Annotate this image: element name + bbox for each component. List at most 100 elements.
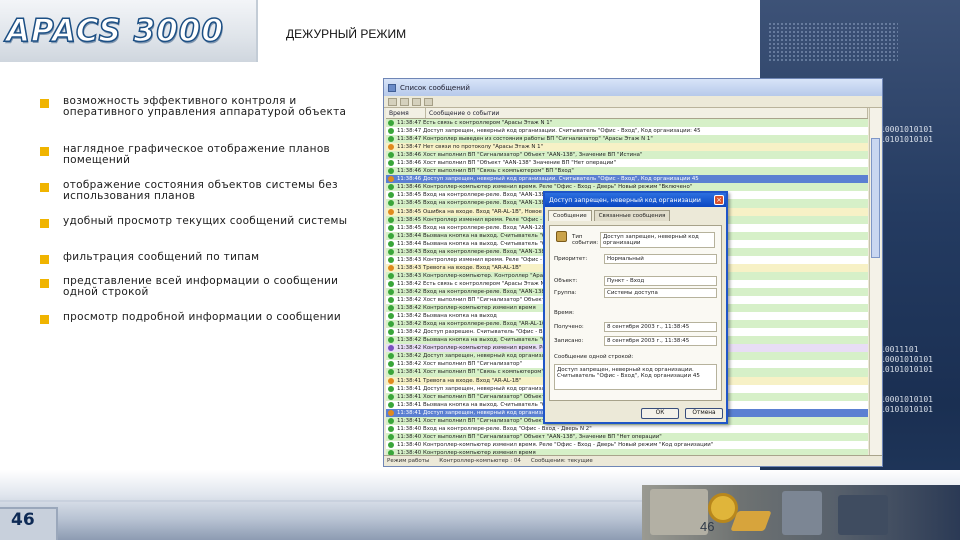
dialog-tabs: Сообщение Связанные сообщения (545, 207, 726, 221)
vertical-scrollbar[interactable] (869, 108, 881, 455)
status-dot-icon (388, 409, 394, 416)
row-time: 11:38:45 (397, 200, 422, 207)
dialog-body: Тип события: Доступ запрещен, неверный к… (549, 225, 722, 401)
field-recorded: Записано: 8 сентября 2003 г., 11:38:45 (554, 336, 717, 346)
tab-related-messages[interactable]: Связанные сообщения (593, 210, 671, 221)
hardware-photo-collage (642, 485, 960, 540)
table-row[interactable]: 11:38:40 Хост выполнил ВП "Сигнализатор" … (386, 432, 868, 441)
window-title: Список сообщений (400, 83, 470, 92)
status-dot-icon (388, 176, 394, 183)
message-detail-dialog: Доступ запрещен, неверный код организаци… (543, 191, 728, 424)
status-mode: Режим работы (387, 458, 430, 464)
status-dot-icon (388, 297, 394, 304)
column-header-message[interactable]: Сообщение о событии (426, 108, 868, 118)
status-dot-icon (388, 385, 394, 392)
status-dot-icon (388, 200, 394, 207)
table-row[interactable]: 11:38:47 Контроллер выведен из состояния … (386, 135, 868, 144)
status-dot-icon (388, 369, 394, 376)
feature-text: отображение состояния объектов системы б… (63, 179, 338, 202)
row-time: 11:38:42 (397, 345, 422, 352)
tab-message[interactable]: Сообщение (548, 210, 592, 221)
status-dot-icon (388, 128, 394, 135)
row-message: Хост выполнил ВП "Сигнализатор" Объект "… (423, 433, 662, 440)
table-row[interactable]: 11:38:46 Хост выполнил ВП "Объект "AAN-13… (386, 159, 868, 168)
bullet-square-icon (40, 219, 49, 228)
dialog-titlebar: Доступ запрещен, неверный код организаци… (545, 193, 726, 207)
row-time: 11:38:42 (397, 297, 422, 304)
status-dot-icon (388, 168, 394, 175)
status-bar: Режим работы Контроллер-компьютер : 04 С… (384, 455, 882, 466)
row-time: 11:38:46 (397, 168, 422, 175)
table-row[interactable]: 11:38:46 Доступ запрещен, неверный код ор… (386, 175, 868, 184)
status-dot-icon (388, 280, 394, 287)
row-time: 11:38:41 (397, 409, 422, 416)
table-row[interactable]: 11:38:47 Доступ запрещен, неверный код ор… (386, 127, 868, 136)
feature-item: удобный просмотр текущих сообщений систе… (40, 216, 370, 228)
status-dot-icon (388, 313, 394, 320)
field-priority: Приоритет: Нормальный (554, 254, 717, 264)
table-row[interactable]: 11:38:47 Нет связи по протоколу "Арасы Эт… (386, 143, 868, 152)
row-time: 11:38:41 (397, 401, 422, 408)
status-dot-icon (388, 192, 394, 199)
status-dot-icon (388, 144, 394, 151)
binary-decoration: 10001010101 10101010101 (880, 395, 933, 414)
status-dot-icon (388, 305, 394, 312)
dot-pattern (768, 22, 898, 62)
status-dot-icon (388, 256, 394, 263)
status-dot-icon (388, 289, 394, 295)
close-icon[interactable]: × (714, 195, 724, 205)
status-dot-icon (388, 337, 394, 344)
row-time: 11:38:42 (397, 337, 422, 344)
row-message: Хост выполнил ВП "Объект "AAN-138" Значе… (423, 160, 616, 167)
row-message: Хост выполнил ВП "Сигнализатор" Объект "… (423, 152, 643, 159)
column-header-time[interactable]: Время (386, 108, 426, 118)
row-time: 11:38:41 (397, 385, 422, 392)
field-object: Объект: Пункт - Вход (554, 276, 717, 286)
row-time: 11:38:47 (397, 144, 422, 151)
row-message: Вход на контроллере-реле. Вход "Офис - В… (423, 425, 592, 432)
row-time: 11:38:45 (397, 192, 422, 199)
feature-item: отображение состояния объектов системы б… (40, 180, 370, 202)
bullet-square-icon (40, 255, 49, 264)
status-dot-icon (388, 433, 394, 440)
table-row[interactable]: 11:38:46 Хост выполнил ВП "Связь с компью… (386, 167, 868, 176)
status-dot-icon (388, 272, 394, 279)
status-dot-icon (388, 224, 394, 231)
row-time: 11:38:41 (397, 417, 422, 424)
row-time: 11:38:44 (397, 240, 422, 247)
feature-text: наглядное графическое отображение планов… (63, 143, 331, 166)
row-message: Доступ запрещен, неверный код организаци… (423, 176, 699, 183)
status-dot-icon (388, 361, 394, 368)
row-time: 11:38:40 (397, 425, 422, 432)
description-label: Сообщение одной строкой: (554, 354, 634, 360)
row-time: 11:38:47 (397, 128, 422, 135)
row-time: 11:38:43 (397, 272, 422, 279)
feature-text: представление всей информации о сообщени… (63, 275, 339, 298)
toolbar-button[interactable] (412, 97, 421, 106)
status-dot-icon (388, 248, 394, 255)
scrollbar-thumb[interactable] (871, 138, 880, 258)
table-row[interactable]: 11:38:40 Вход на контроллере-реле. Вход "… (386, 424, 868, 433)
lock-icon (556, 231, 567, 242)
toolbar-button[interactable] (388, 97, 397, 106)
cancel-button[interactable]: Отмена (685, 408, 723, 419)
table-row[interactable]: 11:38:40 Контроллер-компьютер изменил вре… (386, 440, 868, 449)
table-row[interactable]: 11:38:47 Есть связь с контроллером "Арасы… (386, 119, 868, 128)
row-time: 11:38:43 (397, 248, 422, 255)
feature-item: возможность эффективного контроля и опер… (40, 96, 370, 118)
row-time: 11:38:47 (397, 120, 422, 127)
toolbar-button[interactable] (400, 97, 409, 106)
row-time: 11:38:42 (397, 321, 422, 328)
row-time: 11:38:45 (397, 224, 422, 231)
ok-button[interactable]: ОК (641, 408, 679, 419)
gold-bar-image (730, 511, 772, 531)
status-dot-icon (388, 216, 394, 223)
row-message: Контроллер выведен из состояния работы В… (423, 136, 653, 143)
bullet-square-icon (40, 147, 49, 156)
table-row[interactable]: 11:38:46 Хост выполнил ВП "Сигнализатор" … (386, 151, 868, 160)
toolbar-button[interactable] (424, 97, 433, 106)
bullet-square-icon (40, 99, 49, 108)
row-time: 11:38:47 (397, 136, 422, 143)
status-dot-icon (388, 393, 394, 400)
status-dot-icon (388, 264, 394, 271)
